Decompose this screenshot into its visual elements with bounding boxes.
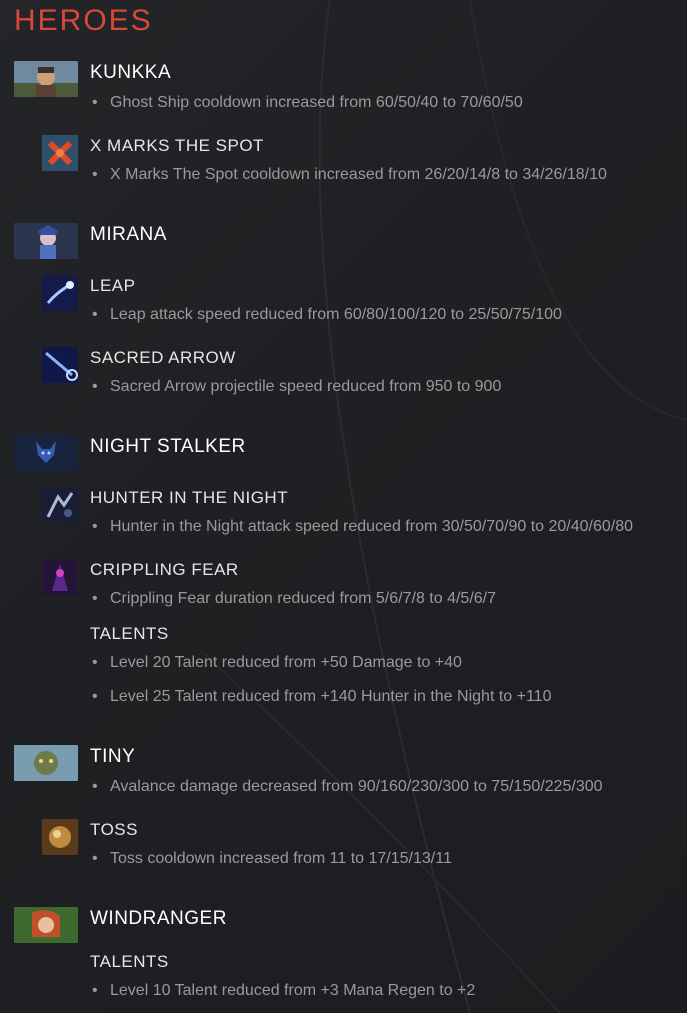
hero-name-tiny: TINY bbox=[90, 746, 136, 767]
ability-name-hunter-in-the-night: HUNTER IN THE NIGHT bbox=[90, 488, 289, 507]
windranger-portrait-icon bbox=[14, 907, 78, 943]
talents-heading: TALENTS bbox=[90, 624, 169, 643]
ability-name-toss: TOSS bbox=[90, 820, 138, 839]
ability-name-sacred-arrow: SACRED ARROW bbox=[90, 348, 236, 367]
list-item: • Leap attack speed reduced from 60/80/10… bbox=[92, 306, 562, 323]
hero-name-windranger: WINDRANGER bbox=[90, 908, 227, 929]
bullet-icon: • bbox=[92, 688, 98, 705]
talents-heading: TALENTS bbox=[90, 952, 169, 971]
list-item: • Crippling Fear duration reduced from 5/… bbox=[92, 590, 496, 607]
x-marks-the-spot-icon bbox=[42, 135, 78, 171]
bullet-icon: • bbox=[92, 94, 98, 111]
list-item: • Level 10 Talent reduced from +3 Mana Re… bbox=[92, 982, 476, 999]
bullet-icon: • bbox=[92, 654, 98, 671]
hunter-in-the-night-icon bbox=[42, 487, 78, 523]
bullet-icon: • bbox=[92, 778, 98, 795]
list-item: • Toss cooldown increased from 11 to 17/1… bbox=[92, 850, 452, 867]
hero-name-night-stalker: NIGHT STALKER bbox=[90, 436, 246, 457]
hero-name-kunkka: KUNKKA bbox=[90, 62, 172, 83]
list-item: • Level 25 Talent reduced from +140 Hunte… bbox=[92, 688, 552, 705]
night-stalker-portrait-icon bbox=[14, 435, 78, 471]
bullet-icon: • bbox=[92, 590, 98, 607]
list-item: • Sacred Arrow projectile speed reduced f… bbox=[92, 378, 502, 395]
ability-name-crippling-fear: CRIPPLING FEAR bbox=[90, 560, 239, 579]
bullet-icon: • bbox=[92, 982, 98, 999]
list-item: • Level 20 Talent reduced from +50 Damage… bbox=[92, 654, 462, 671]
hero-name-mirana: MIRANA bbox=[90, 224, 167, 245]
list-item: • Ghost Ship cooldown increased from 60/5… bbox=[92, 94, 523, 111]
sacred-arrow-icon bbox=[42, 347, 78, 383]
tiny-portrait-icon bbox=[14, 745, 78, 781]
bullet-icon: • bbox=[92, 850, 98, 867]
toss-icon bbox=[42, 819, 78, 855]
crippling-fear-icon bbox=[42, 559, 78, 595]
kunkka-portrait-icon bbox=[14, 61, 78, 97]
leap-icon bbox=[42, 275, 78, 311]
mirana-portrait-icon bbox=[14, 223, 78, 259]
ability-name-x-marks-the-spot: X MARKS THE SPOT bbox=[90, 136, 264, 155]
ability-name-leap: LEAP bbox=[90, 276, 136, 295]
bullet-icon: • bbox=[92, 378, 98, 395]
bullet-icon: • bbox=[92, 166, 98, 183]
bullet-icon: • bbox=[92, 306, 98, 323]
page-title: HEROES bbox=[14, 4, 153, 37]
list-item: • X Marks The Spot cooldown increased fro… bbox=[92, 166, 607, 183]
list-item: • Avalance damage decreased from 90/160/2… bbox=[92, 778, 603, 795]
bullet-icon: • bbox=[92, 518, 98, 535]
list-item: • Hunter in the Night attack speed reduce… bbox=[92, 518, 634, 535]
